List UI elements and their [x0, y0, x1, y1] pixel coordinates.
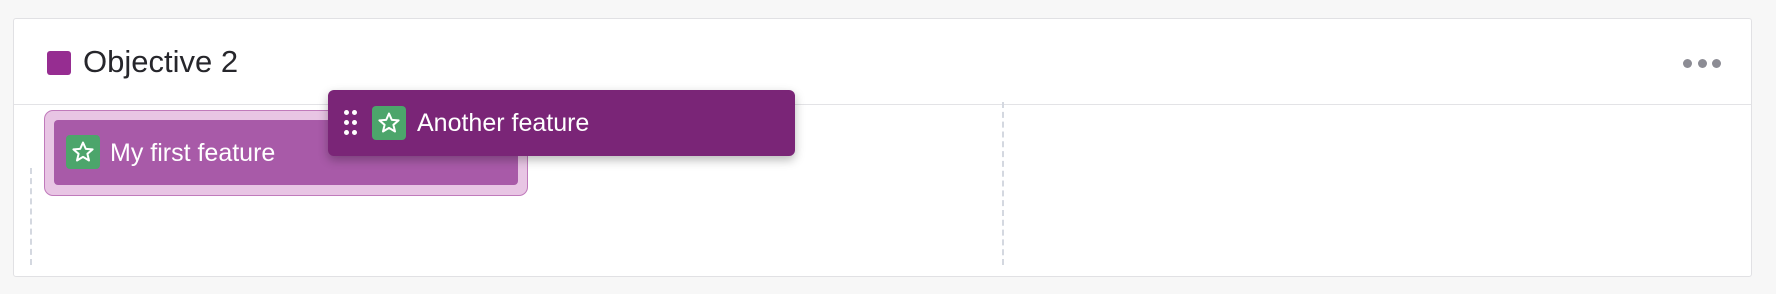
dragged-feature-card[interactable]: Another feature — [328, 90, 795, 156]
objective-color-swatch — [47, 51, 71, 75]
drag-handle-icon[interactable] — [344, 110, 358, 136]
more-options-button[interactable] — [1683, 53, 1721, 73]
star-icon — [372, 106, 406, 140]
star-icon — [66, 135, 100, 169]
more-horizontal-icon — [1683, 58, 1692, 68]
lane-divider — [1002, 102, 1004, 265]
lane-divider — [30, 168, 32, 265]
dragged-feature-label: Another feature — [417, 109, 590, 137]
objective-title: Objective 2 — [83, 44, 239, 79]
objective-header: Objective 2 — [14, 19, 1751, 105]
feature-label: My first feature — [110, 139, 276, 167]
